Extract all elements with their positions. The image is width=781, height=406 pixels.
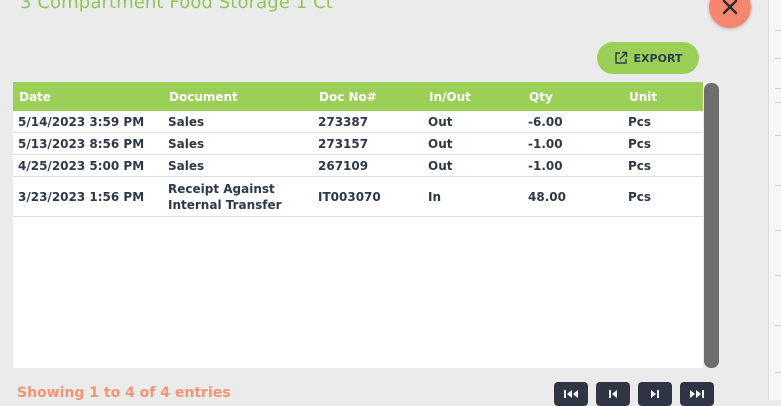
cell-date: 5/14/2023 3:59 PM	[13, 111, 163, 133]
table-row[interactable]: 4/25/2023 5:00 PM Sales 267109 Out -1.00…	[13, 154, 703, 177]
transactions-table-container: Date Document Doc No# In/Out Qty Unit 5/…	[13, 82, 703, 368]
stock-history-modal: 3 Compartment Food Storage 1 Ct EXPORT D…	[0, 0, 768, 406]
cell-in-out: Out	[423, 111, 523, 133]
cell-in-out: Out	[423, 132, 523, 155]
table-row[interactable]: 5/13/2023 8:56 PM Sales 273157 Out -1.00…	[13, 132, 703, 155]
export-label: EXPORT	[633, 51, 683, 65]
table-header-row: Date Document Doc No# In/Out Qty Unit	[13, 82, 703, 111]
column-header-document[interactable]: Document	[163, 82, 313, 111]
cell-date: 5/13/2023 8:56 PM	[13, 132, 163, 155]
previous-page-icon	[609, 390, 617, 398]
column-header-qty[interactable]: Qty	[523, 82, 623, 111]
modal-title: 3 Compartment Food Storage 1 Ct	[20, 0, 333, 13]
cell-unit: Pcs	[623, 154, 703, 177]
entries-info: Showing 1 to 4 of 4 entries	[17, 385, 231, 401]
cell-unit: Pcs	[623, 176, 703, 217]
cell-doc-no: 267109	[313, 154, 423, 177]
next-page-button[interactable]	[638, 382, 672, 406]
transactions-table: Date Document Doc No# In/Out Qty Unit 5/…	[13, 82, 703, 217]
last-page-button[interactable]	[680, 382, 714, 406]
scrollbar-thumb[interactable]	[704, 83, 719, 368]
cell-doc-no: 273387	[313, 111, 423, 133]
column-header-doc-no[interactable]: Doc No#	[313, 82, 423, 111]
cell-document: Sales	[163, 132, 313, 155]
cell-qty: 48.00	[523, 176, 623, 217]
column-header-unit[interactable]: Unit	[623, 82, 703, 111]
cell-doc-no: 273157	[313, 132, 423, 155]
column-header-in-out[interactable]: In/Out	[423, 82, 523, 111]
cell-document: Sales	[163, 154, 313, 177]
close-button[interactable]	[709, 0, 751, 28]
cell-unit: Pcs	[623, 132, 703, 155]
table-row[interactable]: 3/23/2023 1:56 PM Receipt Against Intern…	[13, 176, 703, 217]
previous-page-button[interactable]	[596, 382, 630, 406]
cell-document: Receipt Against Internal Transfer	[163, 176, 313, 217]
column-header-date[interactable]: Date	[13, 82, 163, 111]
next-page-icon	[651, 390, 659, 398]
cell-unit: Pcs	[623, 111, 703, 133]
cell-in-out: Out	[423, 154, 523, 177]
cell-document: Sales	[163, 111, 313, 133]
table-row[interactable]: 5/14/2023 3:59 PM Sales 273387 Out -6.00…	[13, 111, 703, 133]
cell-date: 3/23/2023 1:56 PM	[13, 176, 163, 217]
cell-qty: -1.00	[523, 154, 623, 177]
cell-date: 4/25/2023 5:00 PM	[13, 154, 163, 177]
last-page-icon	[690, 390, 704, 398]
table-scrollbar[interactable]	[704, 83, 719, 368]
background-page-strip	[768, 0, 781, 400]
close-icon	[722, 0, 738, 15]
external-link-icon	[614, 51, 627, 64]
export-button[interactable]: EXPORT	[597, 42, 699, 74]
pagination	[554, 382, 714, 406]
first-page-button[interactable]	[554, 382, 588, 406]
cell-qty: -6.00	[523, 111, 623, 133]
first-page-icon	[564, 390, 578, 398]
cell-doc-no: IT003070	[313, 176, 423, 217]
cell-qty: -1.00	[523, 132, 623, 155]
cell-in-out: In	[423, 176, 523, 217]
